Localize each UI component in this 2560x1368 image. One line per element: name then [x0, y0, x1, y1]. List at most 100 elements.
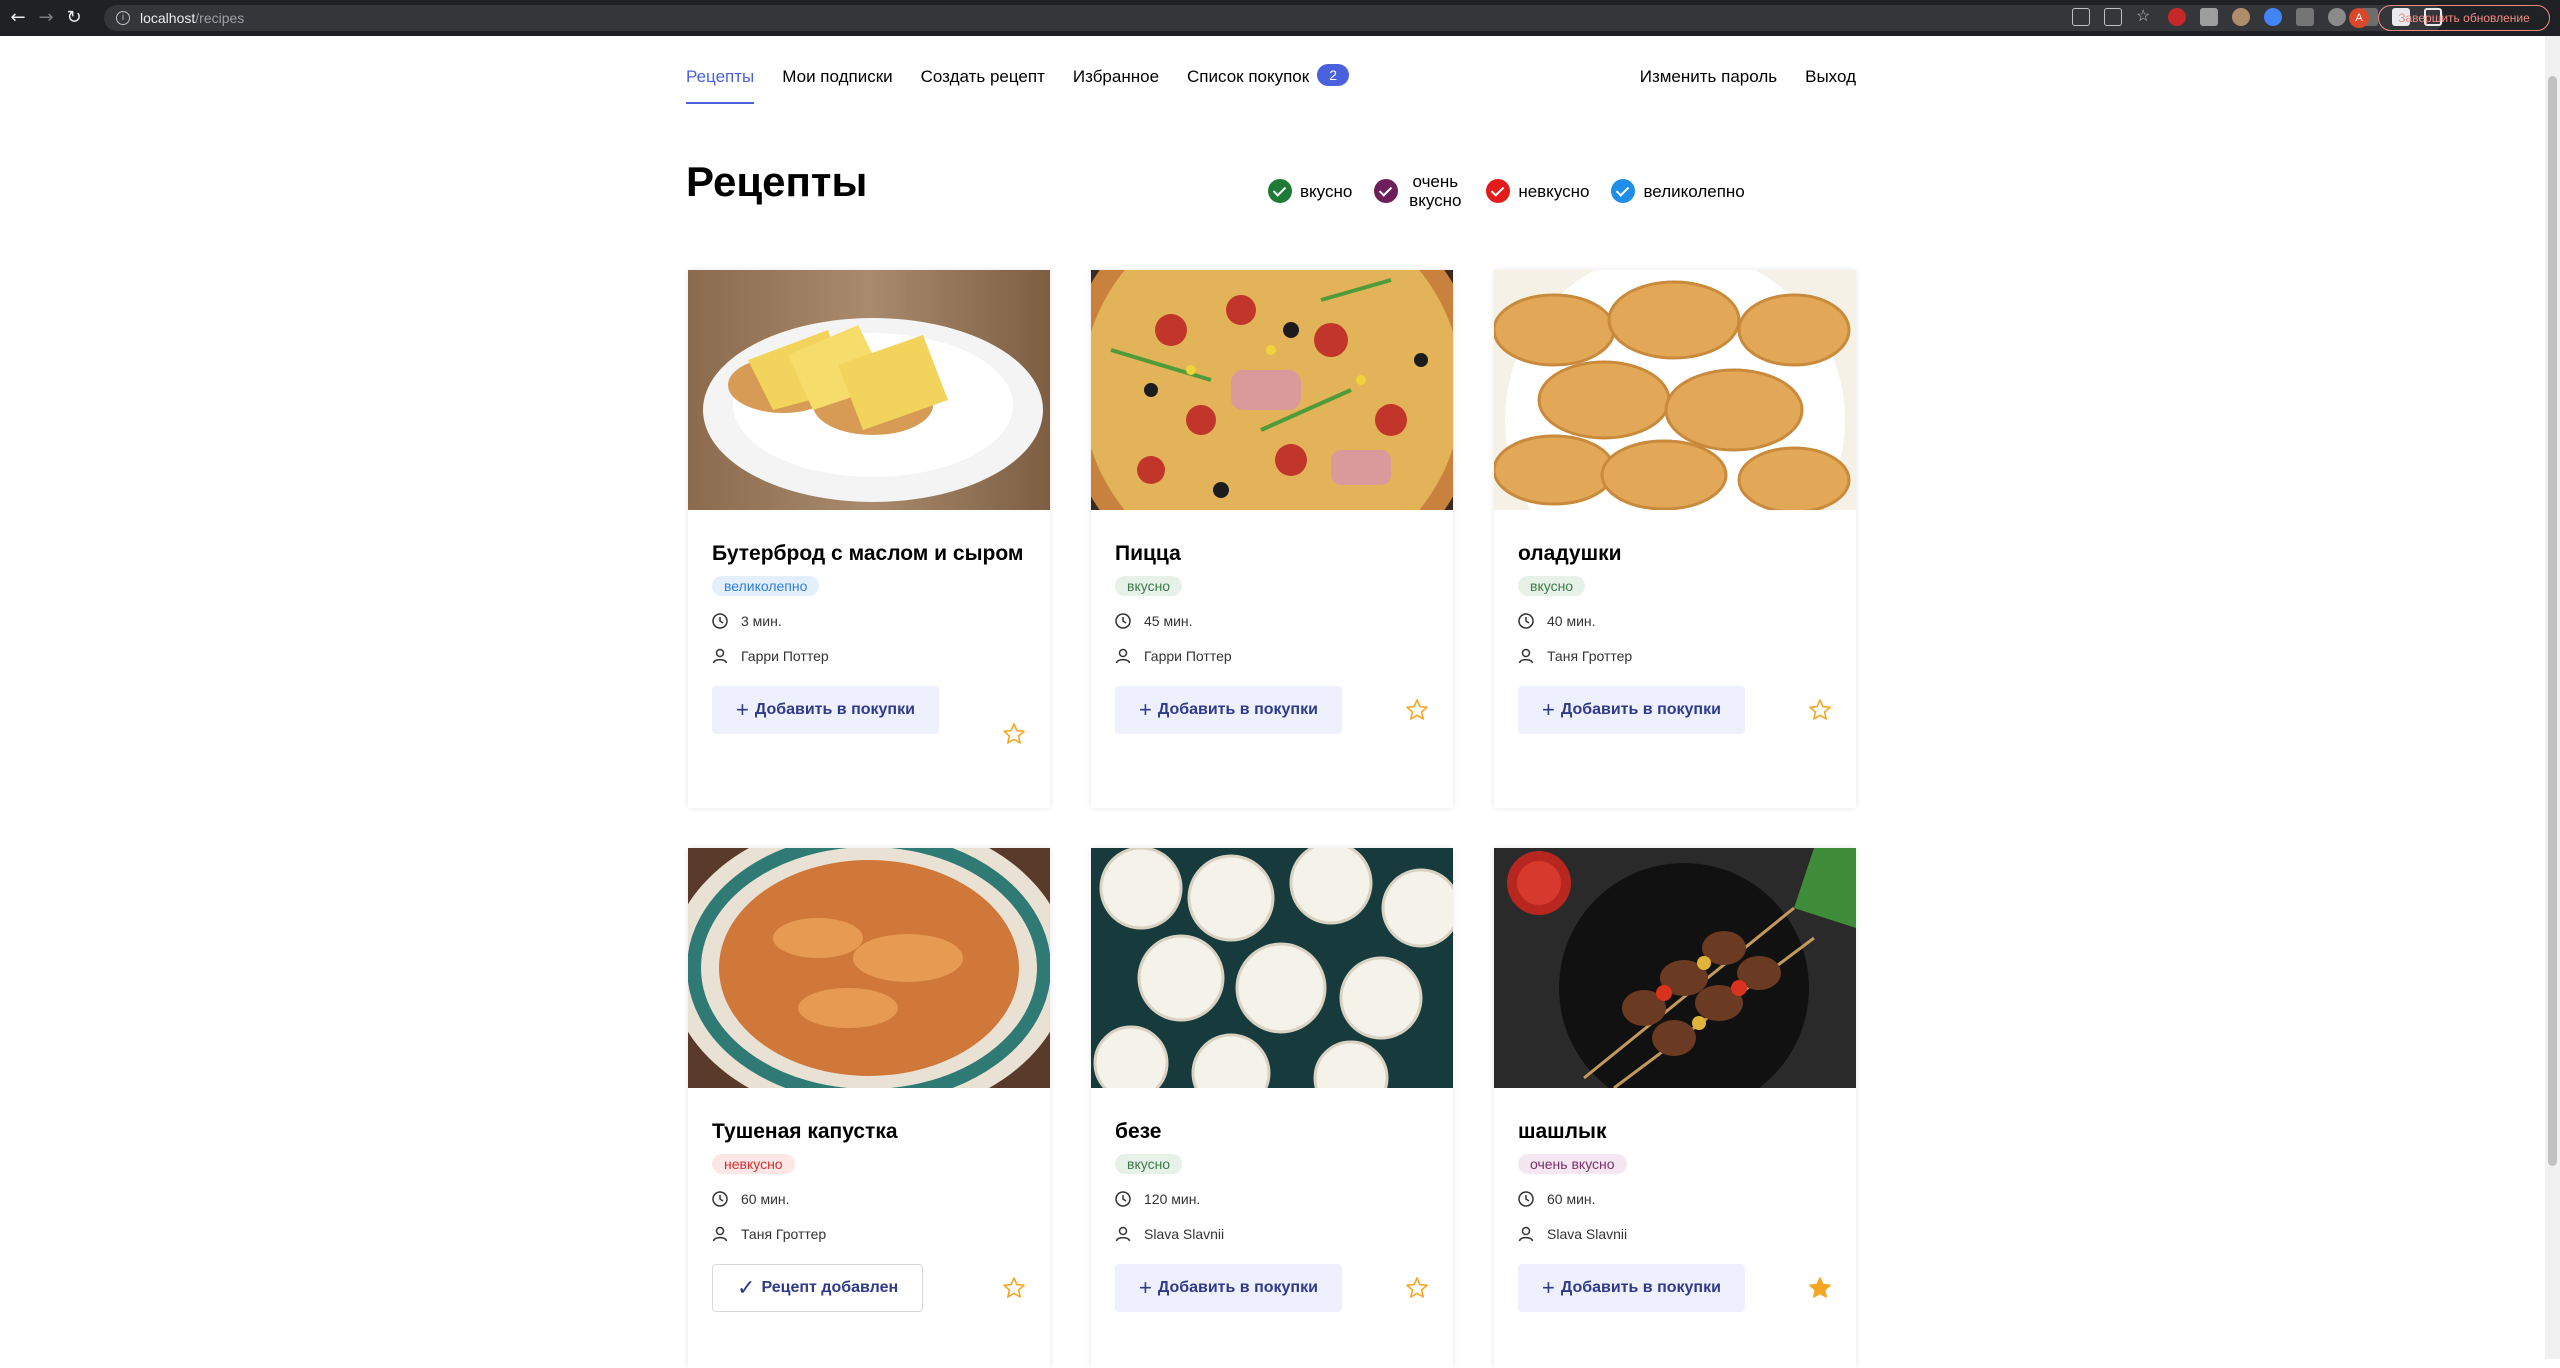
recipe-title[interactable]: Тушеная капустка [712, 1120, 1026, 1144]
nav-recipes[interactable]: Рецепты [686, 62, 755, 104]
add-to-cart-button[interactable]: + Добавить в покупки [1115, 686, 1342, 734]
favorite-star-icon[interactable] [1002, 1276, 1026, 1300]
nav-logout[interactable]: Выход [1805, 62, 1856, 104]
recipe-image[interactable] [1091, 270, 1453, 510]
checkmark-icon[interactable] [1486, 179, 1511, 203]
clock-icon [1115, 613, 1131, 629]
add-to-cart-button[interactable]: + Добавить в покупки [712, 686, 939, 734]
user-icon [1518, 648, 1534, 664]
reload-icon[interactable]: ↻ [64, 8, 84, 28]
recipe-author: Таня Гроттер [712, 1224, 1026, 1244]
add-to-cart-button[interactable]: + Добавить в покупки [1518, 1264, 1745, 1312]
legend-label: великолепно [1643, 181, 1745, 201]
favorite-star-icon[interactable] [1002, 722, 1026, 746]
clock-icon [1518, 613, 1534, 629]
cart-count-badge: 2 [1317, 64, 1350, 86]
recipe-image[interactable] [1091, 848, 1453, 1088]
recipe-tag: вкусно [1115, 576, 1183, 596]
nav-create-recipe[interactable]: Создать рецепт [921, 62, 1045, 104]
recipe-image[interactable] [1494, 270, 1856, 510]
favorite-star-icon[interactable] [1405, 698, 1429, 722]
user-icon [712, 1226, 728, 1242]
extension-red-icon[interactable] [2168, 8, 2186, 26]
recipe-title[interactable]: оладушки [1518, 542, 1832, 566]
legend-item[interactable]: великолепно [1611, 179, 1745, 203]
extension-cookie-icon[interactable] [2232, 8, 2250, 26]
extension-grid-icon[interactable] [2296, 8, 2314, 26]
recipe-tag: невкусно [712, 1154, 795, 1174]
extension-gray-icon[interactable] [2200, 8, 2218, 26]
back-icon[interactable]: ← [8, 8, 28, 28]
recipe-title[interactable]: безе [1115, 1120, 1429, 1144]
site-info-icon[interactable]: i [116, 11, 130, 25]
page-title: Рецепты [686, 158, 868, 205]
recipe-tag: вкусно [1518, 576, 1586, 596]
extension-globe-icon[interactable] [2328, 8, 2346, 26]
legend-item[interactable]: вкусно [1268, 179, 1352, 203]
nav-subscriptions[interactable]: Мои подписки [782, 62, 892, 104]
recipe-image[interactable] [1494, 848, 1856, 1088]
favorite-star-icon[interactable] [1405, 1276, 1429, 1300]
scrollbar[interactable] [2545, 36, 2560, 1359]
checkmark-icon[interactable] [1268, 179, 1292, 203]
checkmark-icon[interactable] [1611, 179, 1636, 203]
button-label: Рецепт добавлен [761, 1279, 899, 1296]
legend-item[interactable]: невкусно [1486, 179, 1589, 203]
profile-avatar[interactable]: A [2349, 8, 2369, 28]
add-to-cart-button[interactable]: + Добавить в покупки [1518, 686, 1745, 734]
clock-icon [1115, 1191, 1131, 1207]
forward-icon[interactable]: → [36, 8, 56, 28]
recipe-image[interactable] [688, 848, 1050, 1088]
checkmark-icon[interactable] [1374, 179, 1399, 203]
user-icon [1518, 1226, 1534, 1242]
recipe-time: 45 мин. [1115, 611, 1429, 631]
nav-shopping-list[interactable]: Список покупок 2 [1187, 62, 1350, 104]
recipe-added-button[interactable]: ✓ Рецепт добавлен [712, 1264, 924, 1312]
recipe-time: 120 мин. [1115, 1189, 1429, 1209]
recipe-author-name[interactable]: Таня Гроттер [741, 1226, 826, 1242]
legend-item[interactable]: очень вкусно [1374, 172, 1464, 210]
bookmark-star-icon[interactable]: ☆ [2136, 8, 2154, 26]
plus-icon: + [1139, 1275, 1152, 1300]
recipe-title[interactable]: шашлык [1518, 1120, 1832, 1144]
plus-icon: + [736, 697, 749, 722]
url-text: localhost/recipes [140, 10, 245, 26]
favorite-star-icon[interactable] [1808, 698, 1832, 722]
button-label: Добавить в покупки [1560, 1279, 1721, 1296]
recipe-card: оладушки вкусно 40 мин. Таня Гроттер + Добави… [1494, 270, 1856, 808]
recipe-tag: вкусно [1115, 1154, 1183, 1174]
recipe-image[interactable] [688, 270, 1050, 510]
button-label: Добавить в покупки [1560, 701, 1721, 718]
recipe-author-name[interactable]: Гарри Поттер [1144, 648, 1232, 664]
recipe-author: Таня Гроттер [1518, 646, 1832, 666]
button-label: Добавить в покупки [1157, 1279, 1318, 1296]
recipe-author-name[interactable]: Гарри Поттер [741, 648, 829, 664]
site-header: Рецепты Мои подписки Создать рецепт Избр… [686, 62, 1856, 104]
add-to-cart-button[interactable]: + Добавить в покупки [1115, 1264, 1342, 1312]
recipe-title[interactable]: Пицца [1115, 542, 1429, 566]
legend-label: невкусно [1518, 181, 1590, 201]
recipe-time-value: 60 мин. [1547, 1191, 1596, 1207]
recipe-time-value: 3 мин. [741, 613, 782, 629]
recipe-time-value: 120 мин. [1144, 1191, 1201, 1207]
plus-icon: + [1542, 1275, 1555, 1300]
scrollbar-thumb[interactable] [2548, 76, 2557, 1166]
clock-icon [1518, 1191, 1534, 1207]
button-label: Добавить в покупки [754, 701, 915, 718]
nav-change-password[interactable]: Изменить пароль [1640, 62, 1777, 104]
update-button[interactable]: Завершить обновление [2378, 5, 2550, 31]
recipe-author-name[interactable]: Slava Slavnii [1547, 1226, 1627, 1242]
share-icon[interactable] [2104, 8, 2122, 26]
recipe-card: шашлык очень вкусно 60 мин. Slava Slavnii + Д… [1494, 848, 1856, 1368]
favorite-star-filled-icon[interactable] [1808, 1276, 1832, 1300]
install-icon[interactable] [2072, 8, 2090, 26]
browser-toolbar: ← → ↻ i localhost/recipes ☆ A Завершить … [0, 0, 2560, 36]
legend-label: вкусно [1300, 181, 1353, 201]
recipe-time-value: 60 мин. [741, 1191, 790, 1207]
recipe-author-name[interactable]: Таня Гроттер [1547, 648, 1632, 664]
user-icon [1115, 1226, 1131, 1242]
recipe-title[interactable]: Бутерброд с маслом и сыром [712, 542, 1026, 566]
extension-color-icon[interactable] [2264, 8, 2282, 26]
recipe-author-name[interactable]: Slava Slavnii [1144, 1226, 1224, 1242]
nav-favorites[interactable]: Избранное [1073, 62, 1159, 104]
